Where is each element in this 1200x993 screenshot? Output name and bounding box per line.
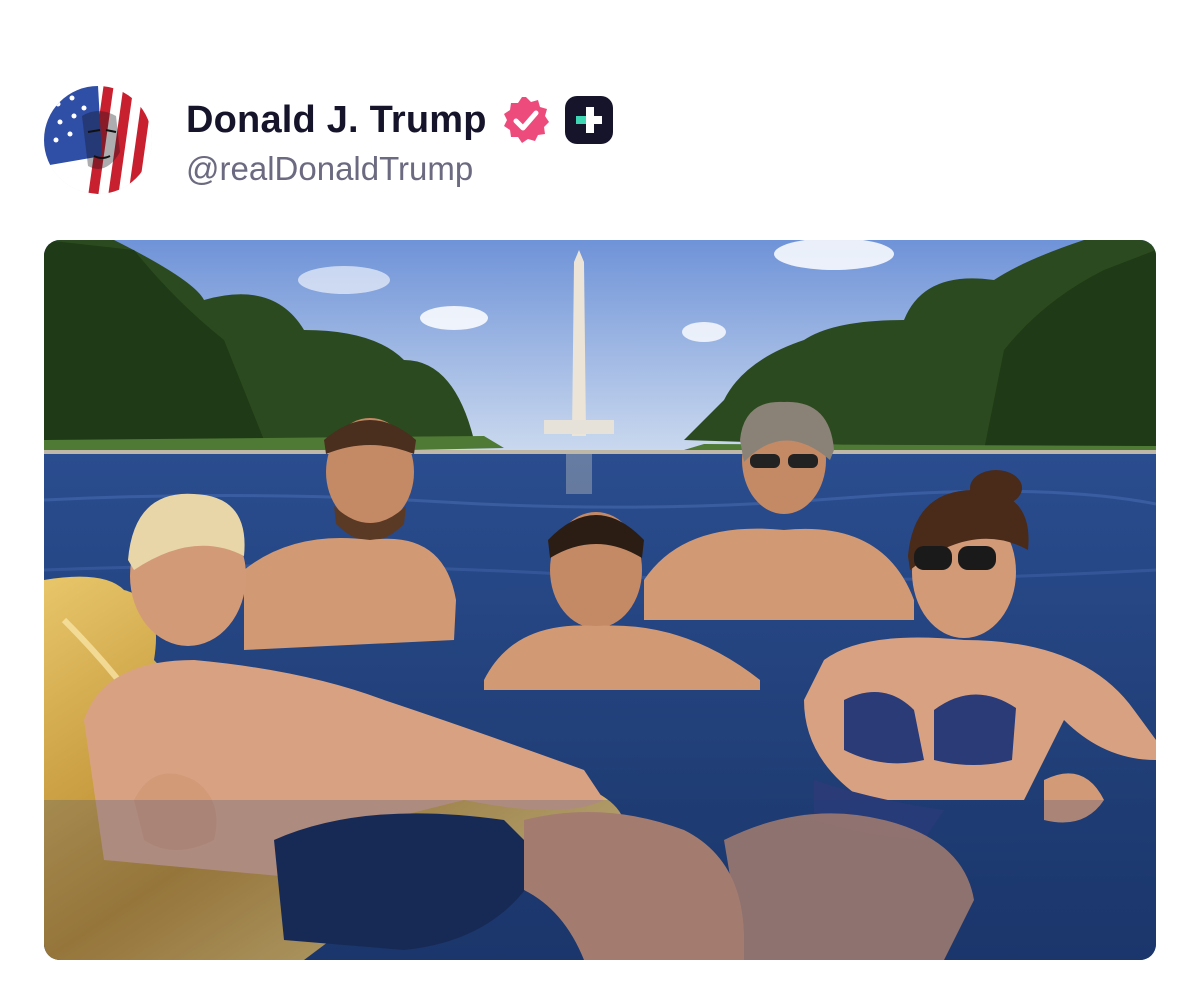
flag-portrait-avatar-icon [44, 86, 152, 194]
plus-badge-icon [564, 95, 614, 145]
author-handle[interactable]: @realDonaldTrump [186, 150, 614, 188]
author-display-name[interactable]: Donald J. Trump [186, 99, 487, 142]
author-info: Donald J. Trump @realDonaldTrump [186, 92, 614, 188]
verified-badge-icon [501, 95, 551, 145]
author-avatar[interactable] [44, 86, 152, 194]
post-header: Donald J. Trump @realDonaldTrump [44, 86, 614, 194]
pool-scene-photo [44, 240, 1156, 960]
post-media-image[interactable] [44, 240, 1156, 960]
post-card: Donald J. Trump @realDonaldTrump [0, 0, 1200, 993]
author-name-row: Donald J. Trump [186, 92, 614, 148]
